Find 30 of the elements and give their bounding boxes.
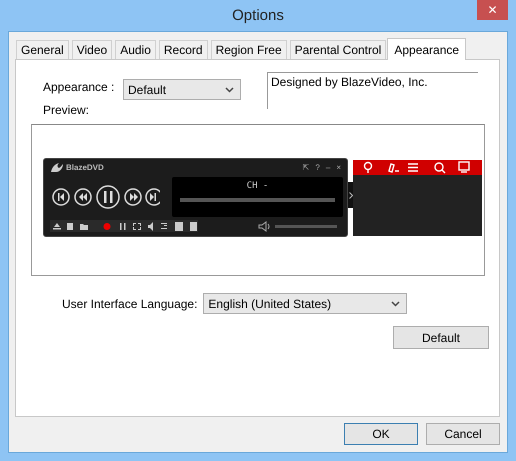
tab[interactable]: Video xyxy=(72,40,112,59)
close-button[interactable]: ✕ xyxy=(477,0,508,20)
player-window-glyph: – xyxy=(326,163,330,172)
tab[interactable]: Parental Control xyxy=(290,40,386,59)
ok-button[interactable]: OK xyxy=(344,423,418,445)
tab[interactable]: Appearance xyxy=(387,38,466,60)
tab[interactable]: Audio xyxy=(115,40,156,59)
volume-bar xyxy=(275,224,337,228)
description-box: Designed by BlazeVideo, Inc. xyxy=(267,72,478,109)
appearance-label: Appearance : xyxy=(43,80,116,94)
cancel-button[interactable]: Cancel xyxy=(426,423,500,445)
language-label: User Interface Language: xyxy=(62,296,198,310)
volume-icon xyxy=(258,220,271,232)
tab[interactable]: General xyxy=(16,40,69,59)
tab[interactable]: Region Free xyxy=(210,40,287,59)
player-window-glyph: ? xyxy=(315,163,320,172)
appearance-dropdown[interactable]: Default xyxy=(123,79,241,100)
default-button[interactable]: Default xyxy=(393,326,489,349)
language-dropdown[interactable]: English (United States) xyxy=(203,293,408,314)
player-logo: BlazeDVD xyxy=(66,163,104,172)
channel-display: CH - xyxy=(246,180,268,191)
chevron-icon xyxy=(225,86,234,92)
chevron-icon xyxy=(348,192,352,198)
chevron-icon xyxy=(391,300,400,306)
logo-icon xyxy=(50,162,64,174)
player-window-glyph: × xyxy=(336,163,341,172)
player-window-glyph: ⇱ xyxy=(302,163,310,172)
preview-label: Preview: xyxy=(43,103,90,117)
window-title: Options xyxy=(232,7,284,24)
tab[interactable]: Record xyxy=(158,40,208,59)
